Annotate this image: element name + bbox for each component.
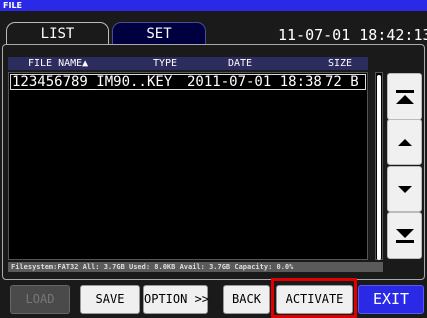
scrollbar[interactable] [375,72,383,260]
line-up-icon [397,138,412,146]
load-button[interactable]: LOAD [10,285,70,314]
back-button[interactable]: BACK [223,285,270,314]
exit-button[interactable]: EXIT [358,285,424,314]
row-file-name: 123456789_IM90.. [12,74,147,90]
column-file-name[interactable]: FILE NAME▲ [28,57,88,70]
row-size: 72 B [325,74,359,90]
file-table-header: FILE NAME▲ TYPE DATE SIZE [8,57,368,70]
column-size[interactable]: SIZE [328,57,352,70]
window-title: FILE [0,0,427,11]
save-button[interactable]: SAVE [80,285,140,314]
tab-list[interactable]: LIST [6,22,109,44]
activate-button[interactable]: ACTIVATE [276,285,353,314]
page-down-button[interactable] [387,212,422,259]
row-date: 2011-07-01 18:38 [187,74,322,90]
line-down-icon [397,185,412,193]
file-screen: FILE LIST SET 11-07-01 18:42:13 FILE NAM… [0,0,427,318]
file-list[interactable]: 123456789_IM90.. KEY 2011-07-01 18:38 72… [8,72,368,260]
option-button[interactable]: OPTION >> [143,285,209,314]
tab-set[interactable]: SET [112,22,206,44]
line-down-button[interactable] [387,166,422,212]
filesystem-status: Filesystem:FAT32 All: 3.7GB Used: 8.0KB … [8,262,383,272]
datetime-display: 11-07-01 18:42:13 [278,26,427,44]
line-up-button[interactable] [387,119,422,165]
column-date[interactable]: DATE [228,57,252,70]
page-up-icon [395,89,414,104]
scroll-thumb[interactable] [377,75,381,260]
row-type: KEY [147,74,173,90]
table-row[interactable]: 123456789_IM90.. KEY 2011-07-01 18:38 72… [10,74,366,90]
page-up-button[interactable] [387,73,422,120]
column-type[interactable]: TYPE [153,57,177,70]
page-down-icon [395,228,414,243]
